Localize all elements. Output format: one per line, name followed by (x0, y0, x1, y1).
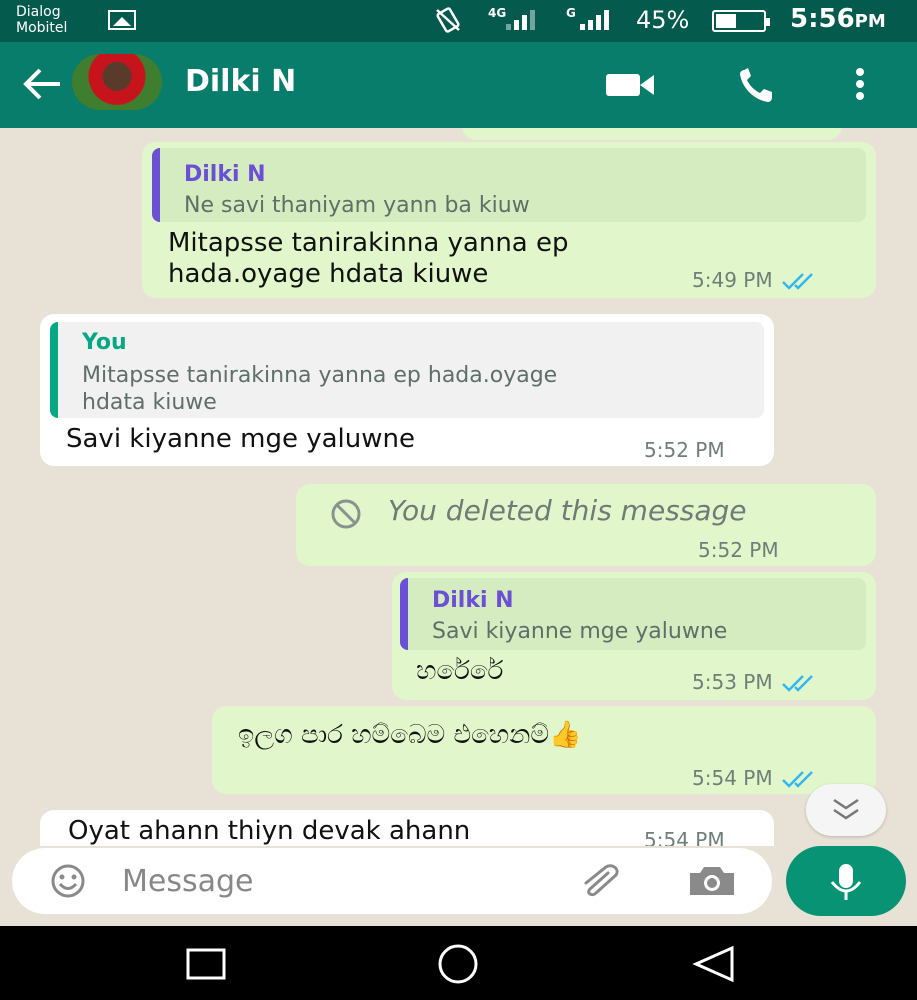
status-time: 5:56PM (790, 4, 886, 34)
message-text: ඉලග පාර හම්බෙම එහෙනම්👍 (238, 720, 582, 750)
battery-icon (712, 10, 770, 32)
message-meta: 5:54 PM (692, 766, 821, 790)
message-bubble-outgoing[interactable]: ඉලග පාර හම්බෙම එහෙනම්👍 5:54 PM (212, 706, 876, 794)
blocked-icon (322, 496, 370, 532)
message-meta: 5:53 PM (692, 670, 821, 694)
vibrate-icon (434, 7, 462, 39)
chat-header: Dilki N (0, 42, 917, 128)
message-input-bar (12, 848, 772, 914)
signal-icon (506, 8, 535, 30)
quote-bar (50, 322, 58, 418)
message-time: 5:52 PM (644, 438, 725, 462)
back-arrow-icon[interactable] (20, 62, 64, 106)
attach-icon[interactable] (574, 861, 630, 901)
quote-author: Dilki N (432, 588, 514, 613)
message-meta: 5:49 PM (692, 268, 821, 292)
mic-button[interactable] (786, 846, 906, 916)
message-bubble-outgoing[interactable]: You deleted this message 5:52 PM (296, 484, 876, 566)
time-suffix: PM (854, 11, 886, 32)
quoted-message[interactable]: Dilki N Ne savi thaniyam yann ba kiuw (152, 148, 866, 222)
carrier-name: Dialog Mobitel (16, 4, 67, 36)
message-bubble-outgoing[interactable]: Dilki N Savi kiyanne mge yaluwne හරේරේ 5… (392, 572, 876, 700)
chat-area[interactable]: Dilki N Ne savi thaniyam yann ba kiuw Mi… (0, 128, 917, 846)
message-time: 5:53 PM (692, 670, 773, 694)
message-bubble-incoming[interactable]: Oyat ahann thiyn devak ahann 5:54 PM (40, 810, 774, 846)
chevron-double-down-icon (833, 798, 859, 820)
quote-text: Savi kiyanne mge yaluwne (432, 619, 728, 644)
message-bubble-outgoing[interactable]: Dilki N Ne savi thaniyam yann ba kiuw Mi… (142, 142, 876, 298)
quoted-message[interactable]: Dilki N Savi kiyanne mge yaluwne (400, 578, 866, 650)
double-check-icon (781, 675, 813, 692)
scroll-down-button[interactable] (806, 784, 886, 836)
deleted-message-text: You deleted this message (388, 494, 747, 527)
message-time: 5:52 PM (698, 538, 779, 562)
nav-back-icon[interactable] (692, 944, 736, 984)
quote-text: Ne savi thaniyam yann ba kiuw (184, 193, 530, 218)
message-text: හරේරේ (416, 656, 504, 686)
network-type-2: G (566, 6, 576, 20)
nav-recents-icon[interactable] (184, 944, 228, 984)
system-nav-bar (0, 926, 917, 1000)
message-bubble-incoming[interactable]: You Mitapsse tanirakinna yanna ep hada.o… (40, 314, 774, 466)
emoji-icon[interactable] (40, 861, 96, 901)
quoted-message[interactable]: You Mitapsse tanirakinna yanna ep hada.o… (50, 322, 764, 418)
message-text: Mitapsse tanirakinna yanna ep hada.oyage… (168, 228, 569, 289)
message-bubble-outgoing[interactable] (462, 128, 842, 140)
quote-bar (400, 578, 408, 650)
network-type-1: 4G (488, 6, 507, 20)
contact-name[interactable]: Dilki N (185, 64, 296, 99)
mic-icon (830, 864, 862, 900)
message-input[interactable] (122, 860, 552, 902)
message-time: 5:54 PM (692, 766, 773, 790)
more-vert-icon[interactable] (840, 64, 880, 104)
avatar[interactable] (72, 54, 162, 110)
battery-percent: 45% (636, 6, 690, 34)
message-text: Oyat ahann thiyn devak ahann (68, 816, 471, 846)
time-value: 5:56 (790, 4, 855, 34)
double-check-icon (781, 273, 813, 290)
quote-text: Mitapsse tanirakinna yanna ep hada.oyage… (82, 363, 558, 415)
message-text: Savi kiyanne mge yaluwne (66, 424, 415, 454)
quote-bar (152, 148, 160, 222)
status-bar: Dialog Mobitel 4G G 45% 5:56PM (0, 0, 917, 42)
phone-icon[interactable] (730, 64, 782, 104)
carrier-line-2: Mobitel (16, 20, 68, 36)
message-time: 5:49 PM (692, 268, 773, 292)
image-icon (108, 10, 136, 30)
nav-home-icon[interactable] (436, 944, 480, 984)
message-time: 5:54 PM (644, 828, 725, 846)
quote-author: You (82, 330, 127, 355)
carrier-line-1: Dialog (16, 4, 61, 20)
quote-author: Dilki N (184, 162, 266, 187)
video-call-icon[interactable] (604, 64, 656, 104)
camera-icon[interactable] (684, 861, 740, 901)
signal-icon (580, 8, 609, 30)
